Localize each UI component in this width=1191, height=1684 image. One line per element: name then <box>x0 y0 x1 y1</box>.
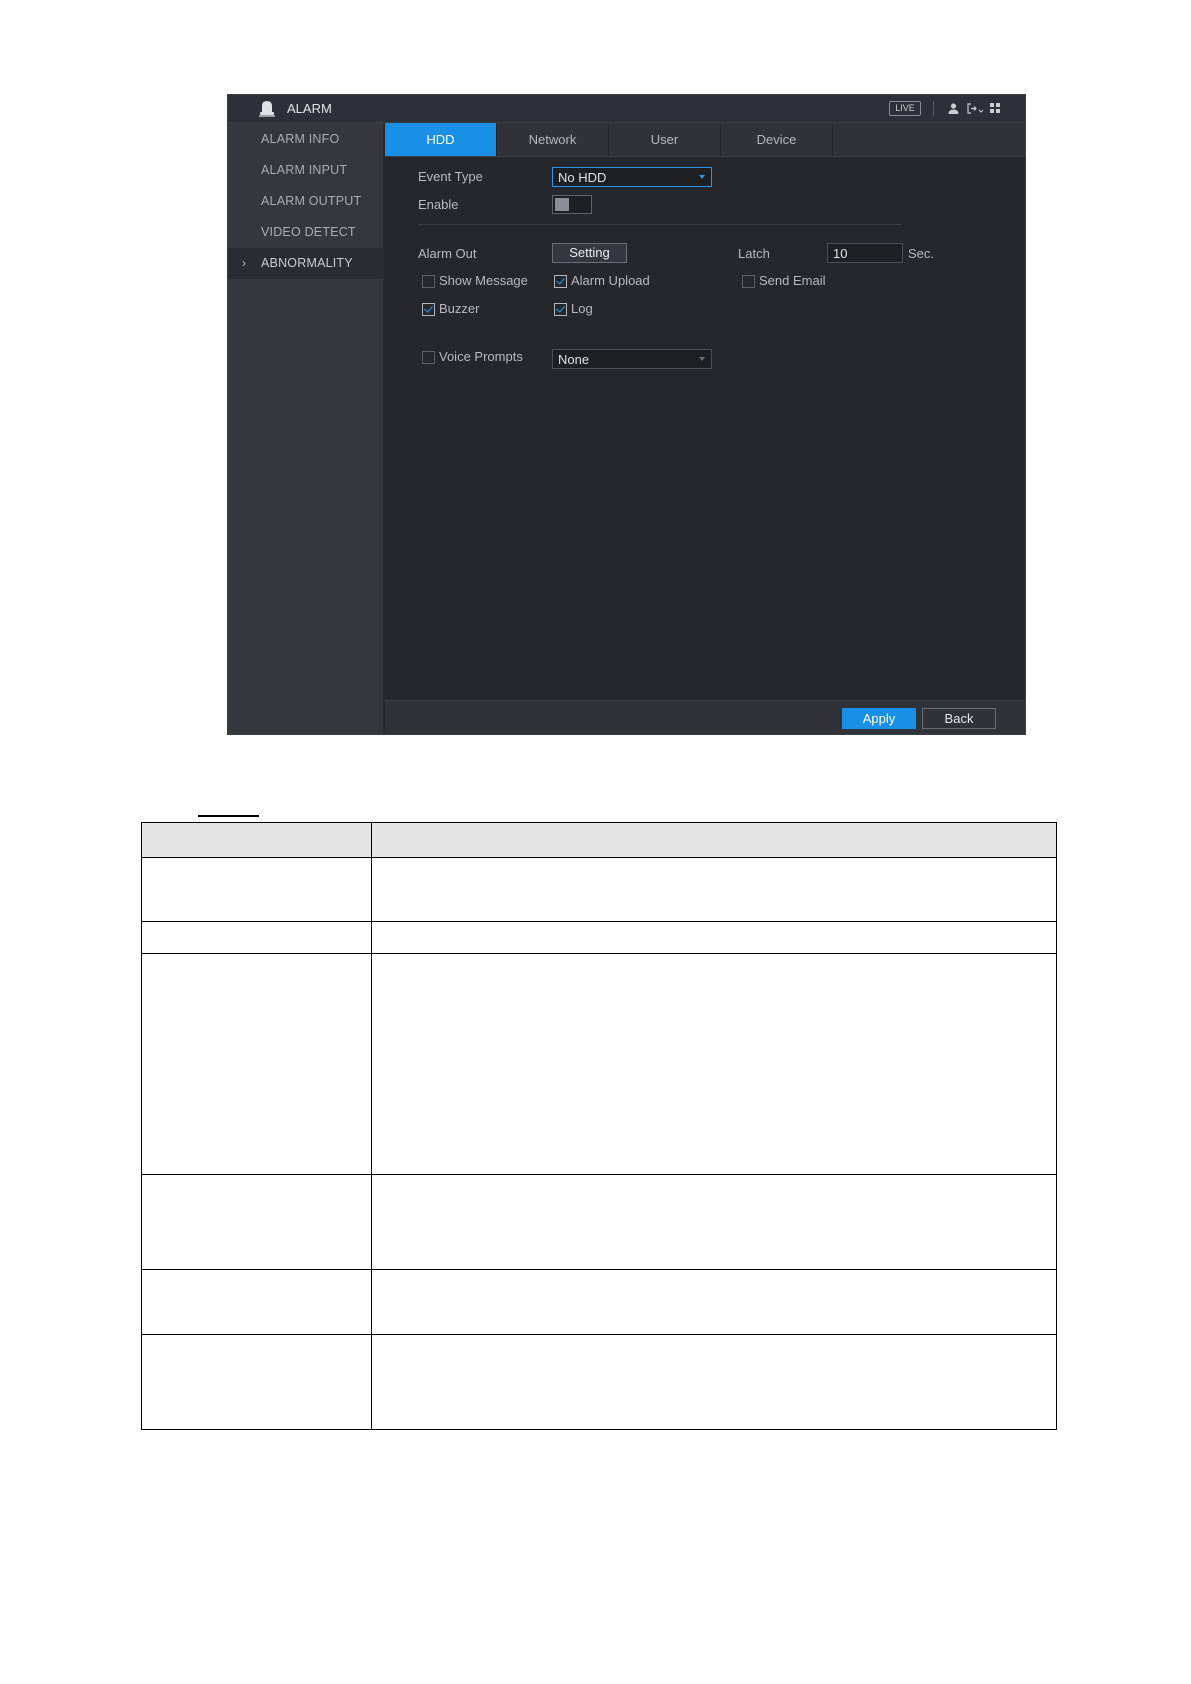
alarm-window: ALARM LIVE ALARM INFO ALARM INPUT ALARM … <box>227 94 1026 735</box>
show-message-checkbox[interactable] <box>422 275 435 288</box>
table-row <box>141 1334 1057 1430</box>
send-email-label: Send Email <box>759 273 826 288</box>
section-divider <box>418 224 901 225</box>
sidebar-item-alarm-input[interactable]: ALARM INPUT <box>228 155 383 186</box>
table-row <box>141 857 1057 922</box>
table-cell <box>371 921 1057 954</box>
chevron-right-icon: › <box>242 256 247 270</box>
table-header-row <box>141 822 1057 858</box>
sidebar-item-label: ABNORMALITY <box>261 256 353 270</box>
table-cell <box>141 953 372 1175</box>
tab-network[interactable]: Network <box>497 123 609 156</box>
tab-hdd[interactable]: HDD <box>385 123 497 156</box>
table-cell <box>371 953 1057 1175</box>
table-cell <box>371 1269 1057 1335</box>
table-row <box>141 1269 1057 1335</box>
table-row <box>141 953 1057 1175</box>
logout-icon[interactable] <box>966 102 984 115</box>
latch-unit: Sec. <box>908 246 935 261</box>
sidebar-item-abnormality[interactable]: › ABNORMALITY <box>228 248 383 279</box>
tab-device[interactable]: Device <box>721 123 833 156</box>
latch-label: Latch <box>738 246 770 261</box>
log-checkbox[interactable] <box>554 303 567 316</box>
table-cell <box>141 1174 372 1270</box>
bell-icon <box>259 101 275 117</box>
sidebar-item-alarm-output[interactable]: ALARM OUTPUT <box>228 186 383 217</box>
apply-button[interactable]: Apply <box>842 708 916 729</box>
sidebar-item-label: ALARM OUTPUT <box>261 194 362 208</box>
show-message-label: Show Message <box>439 273 528 288</box>
voice-prompts-select[interactable]: None <box>552 349 712 369</box>
event-type-label: Event Type <box>418 169 483 184</box>
tab-user[interactable]: User <box>609 123 721 156</box>
dropdown-caret-icon <box>699 357 705 361</box>
voice-prompts-checkbox[interactable] <box>422 351 435 364</box>
sidebar-item-video-detect[interactable]: VIDEO DETECT <box>228 217 383 248</box>
grid-icon[interactable] <box>989 102 1002 115</box>
table-cell <box>141 1334 372 1430</box>
table-cell <box>141 857 372 922</box>
dropdown-caret-icon <box>699 175 705 179</box>
sidebar-item-label: VIDEO DETECT <box>261 225 356 239</box>
parameter-table <box>141 822 1057 1430</box>
event-type-value: No HDD <box>558 170 607 185</box>
log-label: Log <box>571 301 593 316</box>
table-header-cell <box>141 822 372 858</box>
footer-bar: Apply Back <box>385 700 1025 734</box>
live-button[interactable]: LIVE <box>889 101 921 116</box>
sidebar-item-alarm-info[interactable]: ALARM INFO <box>228 124 383 155</box>
enable-label: Enable <box>418 197 459 212</box>
sidebar-item-label: ALARM INFO <box>261 132 340 146</box>
alarm-out-setting-button[interactable]: Setting <box>552 243 627 263</box>
voice-prompts-label: Voice Prompts <box>439 349 523 364</box>
tab-bar: HDD Network User Device <box>385 123 1025 157</box>
buzzer-checkbox[interactable] <box>422 303 435 316</box>
table-cell <box>371 1334 1057 1430</box>
alarm-upload-checkbox[interactable] <box>554 275 567 288</box>
table-cell <box>141 921 372 954</box>
table-row <box>141 921 1057 954</box>
event-type-select[interactable]: No HDD <box>552 167 712 187</box>
window-title: ALARM <box>287 101 332 116</box>
alarm-out-label: Alarm Out <box>418 246 477 261</box>
enable-toggle[interactable] <box>552 195 592 214</box>
alarm-upload-label: Alarm Upload <box>571 273 650 288</box>
table-header-cell <box>371 822 1057 858</box>
table-caption-underline <box>198 815 259 817</box>
voice-prompts-value: None <box>558 352 590 367</box>
toolbar-divider <box>933 101 934 116</box>
table-cell <box>371 1174 1057 1270</box>
table-row <box>141 1174 1057 1270</box>
table-cell <box>371 857 1057 922</box>
buzzer-label: Buzzer <box>439 301 480 316</box>
table-cell <box>141 1269 372 1335</box>
title-bar: ALARM LIVE <box>228 95 1025 123</box>
sidebar: ALARM INFO ALARM INPUT ALARM OUTPUT VIDE… <box>228 123 384 734</box>
sidebar-item-label: ALARM INPUT <box>261 163 348 177</box>
latch-input[interactable]: 10 <box>827 243 903 263</box>
back-button[interactable]: Back <box>922 708 996 729</box>
toggle-knob <box>555 198 569 211</box>
latch-value: 10 <box>833 246 848 261</box>
send-email-checkbox[interactable] <box>742 275 755 288</box>
user-icon[interactable] <box>947 102 960 115</box>
